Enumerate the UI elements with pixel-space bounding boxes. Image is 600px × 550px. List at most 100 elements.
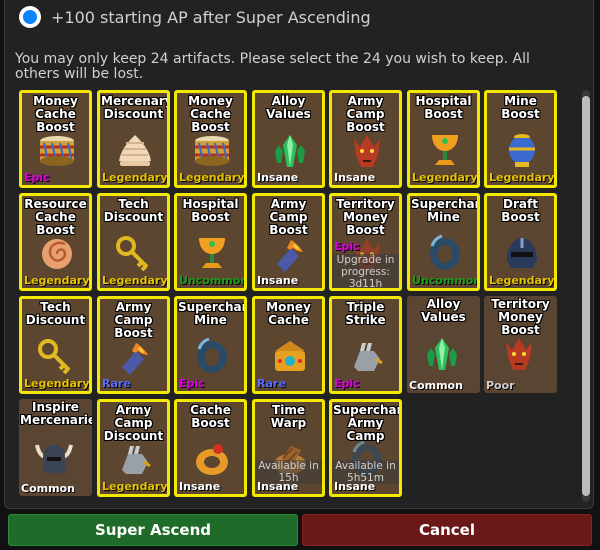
artifact-rarity: Epic [179,377,205,390]
artifact-name: Money Cache [266,300,311,327]
artifact-rarity: Legendary [489,274,555,287]
fire-hammer-icon [277,240,303,272]
artifact-status-note: Upgrade in progress: 3d11h [332,254,399,288]
artifact-name: Resource Cache Boost [24,197,87,237]
artifact-card[interactable]: Supercharge Mine Uncommon [407,193,480,291]
artifact-name: Supercharge Mine [411,197,480,224]
artifact-card[interactable]: Inspire Mercenaries Common [19,399,92,496]
artifact-rarity: Insane [257,171,299,184]
key-icon [116,236,149,272]
artifact-name: Mercenary Discount [101,94,170,121]
starting-ap-option[interactable]: +100 starting AP after Super Ascending [19,2,371,32]
cancel-button[interactable]: Cancel [302,514,592,546]
artifact-card[interactable]: Supercharge Mine Epic [174,296,247,394]
artifact-name: Triple Strike [345,300,386,327]
artifact-name: Cache Boost [190,403,231,430]
artifact-card[interactable]: Supercharge Army CampAvailable in 5h51mI… [329,399,402,497]
artifact-name: Money Cache Boost [33,94,78,134]
artifact-name: Draft Boost [501,197,540,224]
artifact-card[interactable]: Tech Discount Legendary [97,193,170,291]
gauntlet-icon [122,446,151,474]
artifact-card[interactable]: Mine Boost Legendary [484,90,557,188]
artifact-card[interactable]: Mercenary Discount Legendary [97,90,170,188]
scrollbar[interactable] [582,90,590,502]
artifact-card[interactable]: Alloy Values Common [407,296,480,393]
artifact-rarity: Poor [486,379,515,392]
artifact-card[interactable]: Money Cache Boost Epic [19,90,92,188]
artifact-rarity: Common [409,379,463,392]
artifact-card[interactable]: Time Warp Available in 15h Insane [252,399,325,497]
crystal-icon [427,338,457,370]
artifact-rarity: Insane [334,480,376,493]
artifact-name: Supercharge Army Camp [333,403,402,443]
artifact-name: Alloy Values [421,297,466,324]
artifact-rarity: Uncommon [179,274,247,287]
artifact-card[interactable]: Territory Money Boost Poor [484,296,557,393]
artifact-rarity: Epic [334,240,360,253]
artifact-name: Inspire Mercenaries [20,400,92,427]
artifact-name: Army Camp Boost [346,94,385,134]
artifact-card[interactable]: Alloy Values Insane [252,90,325,188]
artifact-name: Army Camp Discount [103,403,164,443]
artifact-rarity: Legendary [489,171,555,184]
fire-hammer-icon [122,343,148,375]
vase-icon [509,134,535,167]
artifact-card[interactable]: Army Camp Discount Legendary [97,399,170,497]
artifact-card[interactable]: Army Camp Boost Rare [97,296,170,394]
helmet-icon [507,238,537,268]
artifact-name: Army Camp Boost [269,197,308,237]
ring-gold-icon [196,444,228,475]
artifact-card[interactable]: Army Camp Boost Insane [252,193,325,291]
instructions-text: You may only keep 24 artifacts. Please s… [15,51,530,82]
gauntlet-icon [354,343,383,371]
artifact-rarity: Rare [102,377,131,390]
artifact-card[interactable]: Cache Boost Insane [174,399,247,497]
dragon-head-icon [506,338,532,370]
artifact-rarity: Legendary [24,377,90,390]
artifact-card[interactable]: Tech Discount Legendary [19,296,92,394]
artifact-rarity: Uncommon [412,274,480,287]
radio-button[interactable] [19,6,41,28]
artifact-card[interactable]: Triple Strike Epic [329,296,402,394]
artifact-card[interactable]: Hospital Boost Uncommon [174,193,247,291]
artifact-rarity: Legendary [412,171,478,184]
artifact-card[interactable]: Hospital Boost Legendary [407,90,480,188]
artifact-card[interactable]: Army Camp Boost Insane [329,90,402,188]
swirl-shell-icon [119,135,151,166]
artifact-name: Hospital Boost [182,197,239,224]
artifact-rarity: Legendary [102,480,168,493]
chalice-icon [199,238,225,268]
artifact-rarity: Legendary [24,274,90,287]
shell-icon [42,239,72,269]
artifact-name: Tech Discount [25,300,86,327]
super-ascend-button[interactable]: Super Ascend [8,514,298,546]
artifact-rarity: Common [21,482,75,495]
artifact-card[interactable]: Money Cache Rare [252,296,325,394]
artifact-name: Time Warp [270,403,307,430]
ring-icon [197,337,227,373]
artifact-card[interactable]: Territory Money Boost Upgrade in progress… [329,193,402,291]
artifact-rarity: Insane [257,274,299,287]
scrollbar-thumb[interactable] [582,96,590,496]
artifact-rarity: Rare [257,377,286,390]
artifact-card[interactable]: Draft Boost Legendary [484,193,557,291]
artifact-name: Alloy Values [266,94,311,121]
artifact-name: Supercharge Mine [178,300,247,327]
artifact-name: Tech Discount [103,197,164,224]
ring-icon [430,234,460,270]
drum-icon [195,136,229,166]
artifact-selection-dialog: +100 starting AP after Super Ascending Y… [4,0,594,509]
chalice-icon [432,135,458,165]
crystal-icon [275,135,305,167]
artifact-card[interactable]: Money Cache Boost Legendary [174,90,247,188]
artifact-name: Money Cache Boost [188,94,233,134]
artifact-name: Mine Boost [501,94,540,121]
artifact-rarity: Insane [257,480,299,493]
dragon-head-icon [354,135,380,167]
artifact-name: Territory Money Boost [491,297,550,337]
artifact-rarity: Legendary [179,171,245,184]
artifact-card[interactable]: Resource Cache Boost Legendary [19,193,92,291]
option-label: +100 starting AP after Super Ascending [51,7,371,27]
jewel-box-icon [275,341,305,371]
artifact-name: Hospital Boost [415,94,472,121]
